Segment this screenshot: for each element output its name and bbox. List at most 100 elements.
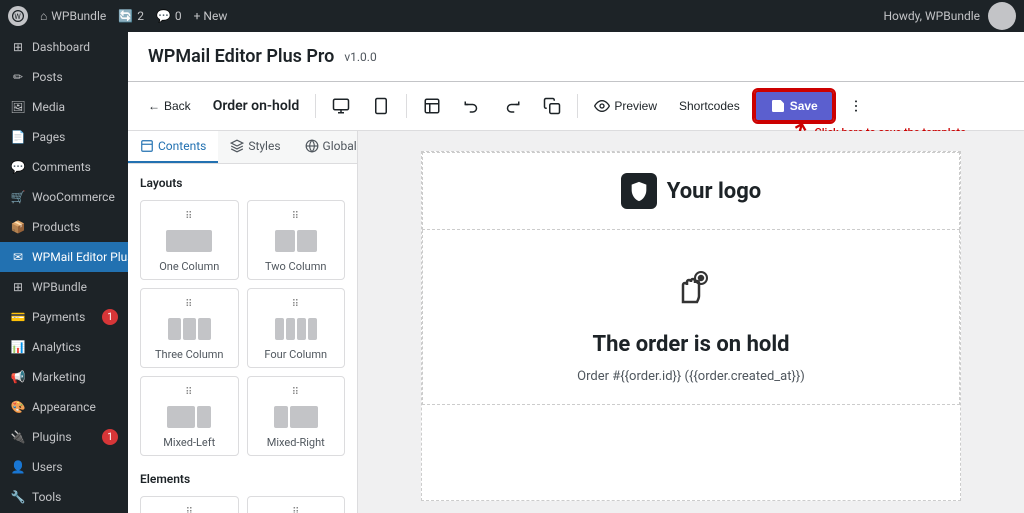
hand-cursor-icon: [661, 260, 721, 320]
four-column-icon: [275, 314, 317, 344]
tab-styles[interactable]: Styles: [218, 131, 292, 163]
two-column-label: Two Column: [265, 260, 326, 273]
appearance-icon: 🎨: [10, 399, 26, 415]
layout-mixed-left[interactable]: ⠿ Mixed-Left: [140, 376, 239, 456]
back-icon: ←: [148, 99, 160, 113]
redo-icon: [503, 97, 521, 115]
sidebar-item-payments[interactable]: 💳 Payments 1: [0, 302, 128, 332]
sidebar-item-wpmail[interactable]: ✉ WPMail Editor Plus Pro: [0, 242, 128, 272]
copy-icon: [543, 97, 561, 115]
layout-mixed-right[interactable]: ⠿ Mixed-Right: [247, 376, 346, 456]
two-column-icon: [275, 226, 317, 256]
three-column-icon: [168, 314, 211, 344]
desktop-view-button[interactable]: [324, 92, 358, 120]
sidebar-item-wpbundle[interactable]: ⊞ WPBundle: [0, 272, 128, 302]
sidebar-item-label: Appearance: [32, 400, 96, 414]
global-tab-icon: [305, 139, 319, 153]
updates-link[interactable]: 🔄 2: [118, 9, 144, 23]
woocommerce-icon: 🛒: [10, 189, 26, 205]
shortcodes-label: Shortcodes: [679, 99, 740, 113]
styles-tab-icon: [230, 139, 244, 153]
sidebar-item-comments[interactable]: 💬 Comments: [0, 152, 128, 182]
site-name-link[interactable]: ⌂ WPBundle: [40, 9, 106, 23]
comments-link[interactable]: 💬 0: [156, 9, 182, 23]
users-icon: 👤: [10, 459, 26, 475]
undo-icon: [463, 97, 481, 115]
plugins-badge: 1: [102, 429, 118, 445]
howdy-link[interactable]: Howdy, WPBundle: [883, 9, 980, 23]
divider-2: [406, 94, 407, 118]
tab-global-label: Global: [323, 139, 357, 153]
tools-icon: 🔧: [10, 489, 26, 505]
desktop-icon: [332, 97, 350, 115]
wpbundle-icon: ⊞: [10, 279, 26, 295]
layout-three-column[interactable]: ⠿ Three Column: [140, 288, 239, 368]
elements-grid: ⠿ ⠿: [140, 496, 345, 513]
tab-global[interactable]: Global: [293, 131, 358, 163]
panel-tabs: Contents Styles Global: [128, 131, 357, 164]
preview-label: Preview: [614, 99, 657, 113]
plugins-icon: 🔌: [10, 429, 26, 445]
sidebar-item-marketing[interactable]: 📢 Marketing: [0, 362, 128, 392]
sidebar-item-users[interactable]: 👤 Users: [0, 452, 128, 482]
comments-icon: 💬: [156, 9, 171, 23]
sidebar-item-products[interactable]: 📦 Products: [0, 212, 128, 242]
sidebar-item-appearance[interactable]: 🎨 Appearance: [0, 392, 128, 422]
sidebar-item-tools[interactable]: 🔧 Tools: [0, 482, 128, 512]
mobile-view-button[interactable]: [364, 92, 398, 120]
main-layout: ⊞ Dashboard ✏ Posts 🖼 Media 📄 Pages 💬 Co…: [0, 32, 1024, 513]
svg-text:W: W: [14, 12, 21, 21]
mixed-left-icon: [167, 402, 211, 432]
element-item-2[interactable]: ⠿: [247, 496, 346, 513]
logo-text: Your logo: [667, 179, 761, 204]
more-options-button[interactable]: [842, 93, 870, 119]
logo-shield-icon: [621, 173, 657, 209]
wp-logo-link[interactable]: W: [8, 6, 28, 26]
sidebar-item-label: Analytics: [32, 340, 81, 354]
payments-icon: 💳: [10, 309, 26, 325]
sidebar-item-label: Posts: [32, 70, 63, 84]
sidebar-item-dashboard[interactable]: ⊞ Dashboard: [0, 32, 128, 62]
sidebar-item-label: Comments: [32, 160, 91, 174]
new-content-link[interactable]: + New: [194, 9, 228, 23]
redo-button[interactable]: [495, 92, 529, 120]
mobile-icon: [372, 97, 390, 115]
one-column-label: One Column: [159, 260, 219, 273]
tab-contents-label: Contents: [158, 139, 206, 153]
sidebar-item-media[interactable]: 🖼 Media: [0, 92, 128, 122]
save-button[interactable]: Save: [754, 90, 834, 122]
sidebar-item-plugins[interactable]: 🔌 Plugins 1: [0, 422, 128, 452]
sidebar-item-label: Media: [32, 100, 65, 114]
site-name-label: WPBundle: [51, 9, 106, 23]
preview-button[interactable]: Preview: [586, 93, 665, 119]
canvas-area: Your logo: [358, 131, 1024, 513]
email-body-section: The order is on hold Order #{{order.id}}…: [422, 230, 960, 405]
tab-contents[interactable]: Contents: [128, 131, 218, 163]
template-button[interactable]: [415, 92, 449, 120]
back-button[interactable]: ← Back: [140, 94, 199, 118]
sidebar-item-label: Marketing: [32, 370, 86, 384]
sidebar-item-analytics[interactable]: 📊 Analytics: [0, 332, 128, 362]
template-name: Order on-hold: [213, 98, 300, 114]
contents-tab-icon: [140, 139, 154, 153]
undo-button[interactable]: [455, 92, 489, 120]
tab-styles-label: Styles: [248, 139, 280, 153]
sidebar-item-woocommerce[interactable]: 🛒 WooCommerce: [0, 182, 128, 212]
layout-one-column[interactable]: ⠿ One Column: [140, 200, 239, 280]
panel-content: Layouts ⠿ One Column ⠿: [128, 164, 357, 513]
updates-icon: 🔄: [118, 9, 133, 23]
sidebar-item-posts[interactable]: ✏ Posts: [0, 62, 128, 92]
layout-four-column[interactable]: ⠿ Four Column: [247, 288, 346, 368]
sidebar-item-pages[interactable]: 📄 Pages: [0, 122, 128, 152]
comments-nav-icon: 💬: [10, 159, 26, 175]
back-label: Back: [164, 99, 191, 113]
wpmail-icon: ✉: [10, 249, 26, 265]
element-item-1[interactable]: ⠿: [140, 496, 239, 513]
layout-dots: ⠿: [292, 299, 300, 310]
email-subtext: Order #{{order.id}} ({{order.created_at}…: [577, 369, 805, 384]
copy-button[interactable]: [535, 92, 569, 120]
email-heading: The order is on hold: [592, 332, 789, 357]
layout-dots: ⠿: [292, 387, 300, 398]
layout-two-column[interactable]: ⠿ Two Column: [247, 200, 346, 280]
shortcodes-button[interactable]: Shortcodes: [671, 94, 748, 118]
